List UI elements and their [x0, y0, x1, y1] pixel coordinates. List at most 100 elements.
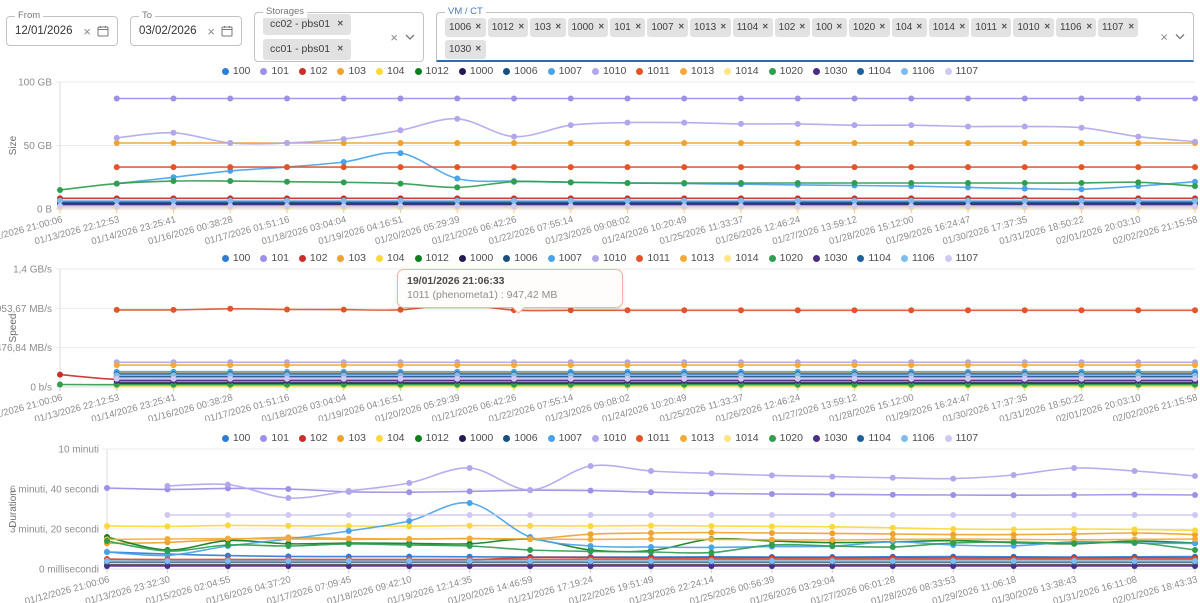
vmct-chip[interactable]: 1030× [445, 40, 486, 59]
legend-item-100[interactable]: 100 [222, 252, 251, 264]
duration-chart-canvas[interactable]: 0 millisecondi3 minuti, 20 secondi6 minu… [0, 445, 1200, 603]
legend-item-1106[interactable]: 1106 [901, 432, 935, 444]
legend-item-1020[interactable]: 1020 [769, 432, 803, 444]
chip-remove-icon[interactable]: × [1128, 21, 1134, 34]
chip-remove-icon[interactable]: × [476, 43, 482, 56]
legend-item-1006[interactable]: 1006 [503, 65, 537, 77]
vmct-chip[interactable]: 102× [775, 18, 810, 37]
legend-item-1013[interactable]: 1013 [680, 65, 714, 77]
legend-item-103[interactable]: 103 [337, 432, 366, 444]
size-chart-canvas[interactable]: 0 B50 GB100 GB01/12/2026 21:00:0601/13/2… [0, 78, 1200, 245]
legend-item-1010[interactable]: 1010 [592, 65, 626, 77]
calendar-icon[interactable] [221, 25, 233, 37]
legend-item-1006[interactable]: 1006 [503, 252, 537, 264]
legend-item-104[interactable]: 104 [376, 432, 405, 444]
chip-remove-icon[interactable]: × [800, 21, 806, 34]
duration-chart-plot[interactable]: 0 millisecondi3 minuti, 20 secondi6 minu… [0, 445, 1200, 603]
legend-item-1007[interactable]: 1007 [548, 252, 582, 264]
clear-icon[interactable]: × [83, 25, 91, 38]
chip-remove-icon[interactable]: × [763, 21, 769, 34]
legend-item-1020[interactable]: 1020 [769, 252, 803, 264]
legend-item-104[interactable]: 104 [376, 65, 405, 77]
vmct-chip[interactable]: 1013× [690, 18, 731, 37]
vmct-chip[interactable]: 1014× [929, 18, 970, 37]
clear-all-icon[interactable]: × [390, 31, 398, 44]
legend-item-102[interactable]: 102 [299, 65, 328, 77]
legend-item-1014[interactable]: 1014 [724, 252, 758, 264]
legend-item-1000[interactable]: 1000 [459, 65, 493, 77]
chevron-down-icon[interactable] [1175, 34, 1185, 40]
legend-item-104[interactable]: 104 [376, 252, 405, 264]
legend-item-1014[interactable]: 1014 [724, 65, 758, 77]
chip-remove-icon[interactable]: × [337, 43, 343, 56]
legend-item-1012[interactable]: 1012 [415, 65, 449, 77]
vmct-chip[interactable]: 1006× [445, 18, 486, 37]
vmct-chip[interactable]: 1012× [488, 18, 529, 37]
legend-item-1011[interactable]: 1011 [636, 432, 670, 444]
vmct-chip[interactable]: 1106× [1056, 18, 1096, 37]
date-from-field[interactable]: From × [6, 16, 118, 46]
vmct-chip[interactable]: 1107× [1098, 18, 1138, 37]
legend-item-1104[interactable]: 1104 [857, 252, 891, 264]
legend-item-1106[interactable]: 1106 [901, 252, 935, 264]
vmct-chip[interactable]: 104× [892, 18, 927, 37]
date-to-input[interactable] [139, 25, 201, 37]
legend-item-1010[interactable]: 1010 [592, 432, 626, 444]
vmct-chip[interactable]: 100× [812, 18, 847, 37]
legend-item-1020[interactable]: 1020 [769, 65, 803, 77]
legend-item-1011[interactable]: 1011 [636, 252, 670, 264]
legend-item-1011[interactable]: 1011 [636, 65, 670, 77]
chip-remove-icon[interactable]: × [959, 21, 965, 34]
legend-item-1013[interactable]: 1013 [680, 252, 714, 264]
legend-item-1007[interactable]: 1007 [548, 65, 582, 77]
clear-icon[interactable]: × [207, 25, 215, 38]
legend-item-1107[interactable]: 1107 [945, 432, 979, 444]
legend-item-1106[interactable]: 1106 [901, 65, 935, 77]
legend-item-102[interactable]: 102 [299, 252, 328, 264]
chip-remove-icon[interactable]: × [518, 21, 524, 34]
vmct-chip[interactable]: 1000× [568, 18, 609, 37]
legend-item-1107[interactable]: 1107 [945, 65, 979, 77]
legend-item-1030[interactable]: 1030 [813, 65, 847, 77]
chip-remove-icon[interactable]: × [1044, 21, 1050, 34]
legend-item-1000[interactable]: 1000 [459, 432, 493, 444]
legend-item-1000[interactable]: 1000 [459, 252, 493, 264]
size-chart-plot[interactable]: 0 B50 GB100 GB01/12/2026 21:00:0601/13/2… [0, 78, 1200, 245]
legend-item-1006[interactable]: 1006 [503, 432, 537, 444]
date-to-field[interactable]: To × [130, 16, 242, 46]
storages-field[interactable]: Storages cc02 - pbs01×cc01 - pbs01× × [254, 12, 424, 62]
legend-item-100[interactable]: 100 [222, 432, 251, 444]
legend-item-1010[interactable]: 1010 [592, 252, 626, 264]
legend-item-1014[interactable]: 1014 [724, 432, 758, 444]
legend-item-101[interactable]: 101 [260, 432, 289, 444]
storage-chip[interactable]: cc01 - pbs01× [263, 39, 351, 60]
chip-remove-icon[interactable]: × [917, 21, 923, 34]
legend-item-1012[interactable]: 1012 [415, 432, 449, 444]
chip-remove-icon[interactable]: × [337, 18, 343, 31]
vmct-chip[interactable]: 1011× [971, 18, 1011, 37]
calendar-icon[interactable] [97, 25, 109, 37]
legend-item-100[interactable]: 100 [222, 65, 251, 77]
legend-item-1030[interactable]: 1030 [813, 252, 847, 264]
chip-remove-icon[interactable]: × [879, 21, 885, 34]
chip-remove-icon[interactable]: × [476, 21, 482, 34]
chip-remove-icon[interactable]: × [678, 21, 684, 34]
chip-remove-icon[interactable]: × [598, 21, 604, 34]
vmct-chip[interactable]: 1007× [647, 18, 688, 37]
legend-item-103[interactable]: 103 [337, 65, 366, 77]
vmct-chip[interactable]: 1020× [849, 18, 890, 37]
chevron-down-icon[interactable] [405, 34, 415, 40]
legend-item-101[interactable]: 101 [260, 252, 289, 264]
vmct-field[interactable]: VM / CT 1006×1012×103×1000×101×1007×1013… [436, 12, 1194, 62]
vmct-chip[interactable]: 103× [530, 18, 565, 37]
chip-remove-icon[interactable]: × [721, 21, 727, 34]
legend-item-1012[interactable]: 1012 [415, 252, 449, 264]
chip-remove-icon[interactable]: × [837, 21, 843, 34]
chip-remove-icon[interactable]: × [555, 21, 561, 34]
legend-item-102[interactable]: 102 [299, 432, 328, 444]
vmct-chip[interactable]: 101× [610, 18, 645, 37]
legend-item-1013[interactable]: 1013 [680, 432, 714, 444]
clear-all-icon[interactable]: × [1160, 30, 1168, 43]
chip-remove-icon[interactable]: × [1001, 21, 1007, 34]
date-from-input[interactable] [15, 25, 77, 37]
